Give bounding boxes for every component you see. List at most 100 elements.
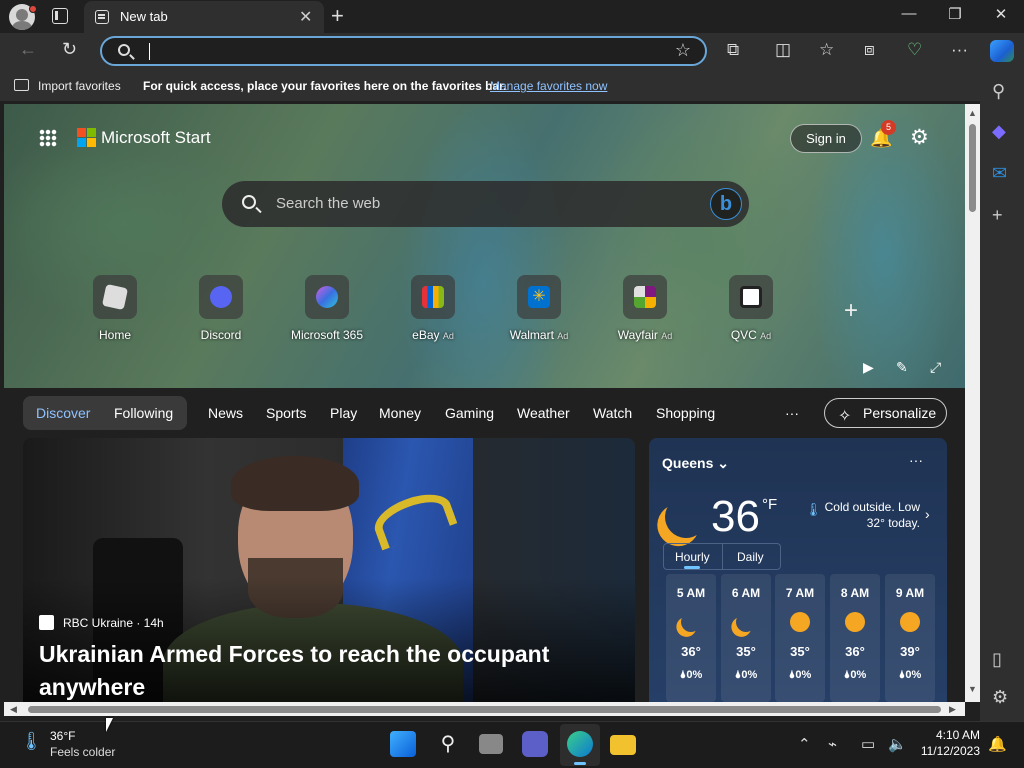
- tab-sports[interactable]: Sports: [266, 405, 306, 421]
- browser-essentials-icon[interactable]: ♡: [907, 40, 922, 60]
- quick-link-walmart[interactable]: ✳ Walmart Ad: [494, 275, 584, 342]
- tab-news[interactable]: News: [208, 405, 243, 421]
- import-icon: [14, 79, 29, 91]
- more-tabs-button[interactable]: ···: [785, 405, 799, 421]
- network-icon[interactable]: ⌁: [828, 735, 837, 753]
- search-icon[interactable]: ⚲: [992, 81, 1005, 102]
- quick-link-qvc[interactable]: QVC Ad: [706, 275, 796, 342]
- sidebar-settings-icon[interactable]: ⚙: [992, 687, 1008, 708]
- volume-icon[interactable]: 🔈: [888, 735, 907, 753]
- microsoft-365-icon: [316, 286, 338, 308]
- display-icon[interactable]: ▭: [861, 735, 875, 753]
- tab-discover[interactable]: Discover: [36, 405, 90, 421]
- story-headline[interactable]: Ukrainian Armed Forces to reach the occu…: [39, 638, 599, 702]
- page-settings-gear-icon[interactable]: ⚙: [910, 125, 929, 150]
- feed-nav-bar: Discover Following News Sports Play Mone…: [4, 388, 965, 438]
- weather-unit[interactable]: °F: [762, 496, 777, 513]
- clock-time[interactable]: 4:10 AM: [926, 728, 980, 742]
- hour-temp: 36°: [845, 644, 865, 659]
- hide-sidebar-icon[interactable]: ▯: [992, 649, 1002, 670]
- sign-in-button[interactable]: Sign in: [790, 124, 862, 153]
- hour-precip: 0%: [741, 669, 758, 681]
- back-icon[interactable]: ←: [19, 39, 37, 60]
- close-tab-icon[interactable]: ✕: [299, 7, 312, 27]
- vertical-scrollbar[interactable]: ▲ ▼: [965, 104, 980, 702]
- scroll-up-arrow-icon[interactable]: ▲: [968, 108, 977, 118]
- hourly-forecast-item[interactable]: 9 AM 39° 🌢0%: [885, 574, 935, 702]
- task-view-icon[interactable]: [479, 734, 503, 754]
- outlook-icon[interactable]: ✉: [992, 163, 1007, 184]
- weather-location[interactable]: Queens ⌄: [662, 455, 729, 472]
- tab-daily[interactable]: Daily: [737, 550, 764, 564]
- manage-favorites-link[interactable]: Manage favorites now: [490, 79, 607, 93]
- close-window-button[interactable]: ✕: [978, 5, 1024, 23]
- vertical-scroll-thumb[interactable]: [969, 124, 976, 212]
- favorites-icon[interactable]: ☆: [819, 40, 834, 60]
- settings-more-icon[interactable]: ···: [951, 40, 968, 60]
- windows-start-icon[interactable]: [390, 731, 416, 757]
- app-launcher-icon[interactable]: [39, 129, 57, 147]
- clock-date[interactable]: 11/12/2023: [908, 744, 980, 758]
- play-icon[interactable]: ▶: [863, 359, 874, 376]
- notification-bell-icon[interactable]: 🔔: [988, 735, 1007, 753]
- address-bar[interactable]: ☆: [100, 36, 707, 66]
- scroll-down-arrow-icon[interactable]: ▼: [968, 684, 977, 694]
- add-quick-link-button[interactable]: +: [844, 297, 858, 325]
- weather-more-icon[interactable]: ···: [909, 452, 923, 468]
- collections-icon[interactable]: ⧈: [864, 40, 875, 60]
- search-icon[interactable]: ⚲: [435, 731, 461, 757]
- favorite-star-icon[interactable]: ☆: [675, 40, 691, 61]
- horizontal-scroll-thumb[interactable]: [28, 706, 941, 713]
- horizontal-scrollbar[interactable]: ◀ ▶: [4, 702, 965, 716]
- hourly-forecast-item[interactable]: 5 AM 36° 🌢0%: [666, 574, 716, 702]
- copilot-sidebar-icon[interactable]: ◆: [992, 121, 1006, 142]
- quick-link-discord[interactable]: Discord: [176, 275, 266, 342]
- tab-actions-icon[interactable]: [52, 8, 68, 24]
- quick-link-ebay[interactable]: eBay Ad: [388, 275, 478, 342]
- tab-play[interactable]: Play: [330, 405, 357, 421]
- fullscreen-icon[interactable]: ⤢: [930, 359, 941, 376]
- web-search-box[interactable]: Search the web b: [222, 181, 749, 227]
- tab-new-tab[interactable]: New tab ✕: [84, 1, 324, 33]
- import-favorites-button[interactable]: Import favorites: [38, 79, 121, 93]
- extensions-icon[interactable]: ⧉: [727, 40, 739, 60]
- split-screen-icon[interactable]: ◫: [775, 40, 791, 60]
- teams-icon[interactable]: [522, 731, 548, 757]
- quick-link-wayfair[interactable]: Wayfair Ad: [600, 275, 690, 342]
- edge-icon: [567, 731, 593, 757]
- tab-money[interactable]: Money: [379, 405, 421, 421]
- copilot-icon[interactable]: [990, 40, 1014, 62]
- taskbar-weather-temp[interactable]: 36°F: [50, 729, 75, 743]
- image-info-icon[interactable]: ✎: [896, 359, 908, 376]
- add-sidebar-app-icon[interactable]: +: [992, 205, 1003, 226]
- scroll-left-arrow-icon[interactable]: ◀: [10, 704, 17, 715]
- taskbar-weather-desc[interactable]: Feels colder: [50, 745, 115, 759]
- weather-summary[interactable]: Cold outside. Low 32° today.: [814, 499, 920, 531]
- restore-button[interactable]: ❐: [932, 5, 978, 23]
- scroll-right-arrow-icon[interactable]: ▶: [949, 704, 956, 715]
- top-story-card[interactable]: RBC Ukraine · 14h Ukrainian Armed Forces…: [23, 438, 635, 702]
- refresh-icon[interactable]: ↻: [62, 39, 77, 60]
- personalize-button[interactable]: ✧ Personalize: [824, 398, 947, 428]
- quick-link-home[interactable]: Home: [70, 275, 160, 342]
- tab-following[interactable]: Following: [114, 405, 173, 421]
- tab-hourly[interactable]: Hourly: [675, 550, 710, 564]
- search-icon: [242, 195, 256, 209]
- hour-time: 6 AM: [731, 586, 761, 600]
- file-explorer-icon[interactable]: [610, 735, 636, 755]
- chevron-right-icon[interactable]: ›: [925, 506, 930, 522]
- tab-gaming[interactable]: Gaming: [445, 405, 494, 421]
- show-hidden-icons-icon[interactable]: ⌃: [798, 735, 811, 753]
- hourly-forecast-item[interactable]: 6 AM 35° 🌢0%: [721, 574, 771, 702]
- sparkle-icon: ✧: [838, 408, 852, 425]
- new-tab-button[interactable]: +: [331, 3, 344, 29]
- bing-chat-icon[interactable]: b: [710, 188, 742, 220]
- hourly-forecast-item[interactable]: 7 AM 35° 🌢0%: [775, 574, 825, 702]
- quick-link-microsoft-365[interactable]: Microsoft 365: [282, 275, 372, 342]
- minimize-button[interactable]: —: [886, 5, 932, 22]
- tab-watch[interactable]: Watch: [593, 405, 632, 421]
- weather-location-name: Queens: [662, 455, 714, 471]
- hourly-forecast-item[interactable]: 8 AM 36° 🌢0%: [830, 574, 880, 702]
- tab-shopping[interactable]: Shopping: [656, 405, 715, 421]
- tab-weather[interactable]: Weather: [517, 405, 570, 421]
